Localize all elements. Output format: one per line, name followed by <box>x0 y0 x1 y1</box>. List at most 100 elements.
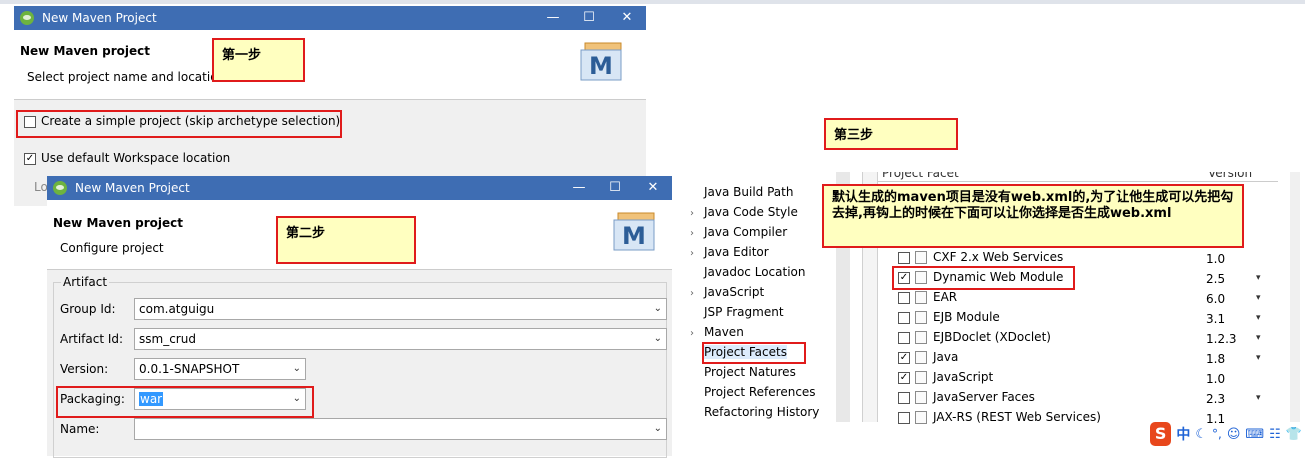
tree-item[interactable]: › Java Compiler <box>690 222 840 242</box>
version-dropdown-icon[interactable]: ▾ <box>1256 273 1261 283</box>
tree-item[interactable]: › Maven <box>690 322 840 342</box>
tree-item[interactable]: › Java Code Style <box>690 202 840 222</box>
default-workspace-option[interactable]: ✓ Use default Workspace location <box>24 151 230 165</box>
name-input[interactable]: ⌄ <box>134 418 667 440</box>
facet-version[interactable]: 1.2.3 <box>1206 332 1237 346</box>
punctuation-icon[interactable]: °, <box>1212 427 1222 441</box>
facet-version[interactable]: 1.8 <box>1206 352 1225 366</box>
facet-row[interactable]: EJB Module <box>898 310 1000 330</box>
facet-version[interactable]: 1.0 <box>1206 252 1225 266</box>
name-label: Name: <box>60 422 100 436</box>
facet-icon <box>915 311 927 324</box>
facet-checkbox[interactable]: ✓ <box>898 371 910 384</box>
ime-toolbar[interactable]: S 中 ☾ °, ☺ ⌨ ☷ 👕 <box>1150 420 1302 448</box>
tree-item-label: JavaScript <box>704 285 765 299</box>
tree-item[interactable]: Project Natures <box>690 362 840 382</box>
version-label: Version: <box>60 362 109 376</box>
maximize-button[interactable]: ☐ <box>576 6 602 30</box>
tree-item[interactable]: › Java Editor <box>690 242 840 262</box>
note-step1: 第一步 <box>212 38 305 82</box>
default-workspace-checkbox[interactable]: ✓ <box>24 152 36 165</box>
dialog2-titlebar: New Maven Project — ☐ ✕ <box>47 176 672 200</box>
chevron-down-icon[interactable]: ⌄ <box>293 361 301 377</box>
facet-name: EJB Module <box>933 310 1000 324</box>
version-dropdown-icon[interactable]: ▾ <box>1256 353 1261 363</box>
version-select[interactable]: 0.0.1-SNAPSHOT ⌄ <box>134 358 306 380</box>
chevron-right-icon[interactable]: › <box>690 224 704 244</box>
facet-checkbox[interactable] <box>898 411 910 424</box>
close-button[interactable]: ✕ <box>640 176 666 200</box>
version-dropdown-icon[interactable]: ▾ <box>1256 333 1261 343</box>
facet-row[interactable]: ✓ Java <box>898 350 958 370</box>
tree-item-label: JSP Fragment <box>704 305 784 319</box>
facets-scrollbar[interactable] <box>1290 172 1300 422</box>
facet-version[interactable]: 3.1 <box>1206 312 1225 326</box>
page-title: New Maven project <box>20 44 151 58</box>
minimize-button[interactable]: — <box>566 176 592 200</box>
chevron-right-icon[interactable]: › <box>690 244 704 264</box>
facet-checkbox[interactable] <box>898 311 910 324</box>
facet-version[interactable]: 2.5 <box>1206 272 1225 286</box>
facet-row[interactable]: JavaServer Faces <box>898 390 1035 410</box>
facet-checkbox[interactable] <box>898 251 910 264</box>
chevron-down-icon[interactable]: ⌄ <box>654 331 662 347</box>
note-step2: 第二步 <box>276 216 416 264</box>
facet-name: JAX-RS (REST Web Services) <box>933 410 1101 424</box>
column-facet[interactable]: Project Facet <box>882 172 959 180</box>
minimize-button[interactable]: — <box>540 6 566 30</box>
highlight-simple-project <box>16 110 342 138</box>
maximize-button[interactable]: ☐ <box>602 176 628 200</box>
skin-icon[interactable]: 👕 <box>1286 427 1302 442</box>
tree-item[interactable]: Refactoring History <box>690 402 840 422</box>
dialog1-titlebar: New Maven Project — ☐ ✕ <box>14 6 646 30</box>
tree-item-label: Project References <box>704 385 816 399</box>
moon-icon[interactable]: ☾ <box>1195 427 1207 442</box>
page-title: New Maven project <box>53 216 184 230</box>
facet-name: Java <box>933 350 959 364</box>
highlight-dynamic-web-module <box>892 266 1075 290</box>
facet-name: JavaScript <box>933 370 994 384</box>
chevron-right-icon[interactable]: › <box>690 204 704 224</box>
default-workspace-label: Use default Workspace location <box>41 151 231 165</box>
facet-name: JavaServer Faces <box>933 390 1035 404</box>
facet-checkbox[interactable] <box>898 331 910 344</box>
artifact-id-input[interactable]: ssm_crud ⌄ <box>134 328 667 350</box>
lang-indicator[interactable]: 中 <box>1176 424 1190 444</box>
facet-version[interactable]: 2.3 <box>1206 392 1225 406</box>
tree-item[interactable]: Java Build Path <box>690 182 840 202</box>
tree-item[interactable]: Project References <box>690 382 840 402</box>
keyboard-icon[interactable]: ⌨ <box>1245 427 1264 442</box>
tree-item[interactable]: JSP Fragment <box>690 302 840 322</box>
page-subtitle: Select project name and location <box>27 70 226 84</box>
artifact-id-value: ssm_crud <box>139 332 196 346</box>
facet-row[interactable]: EAR <box>898 290 957 310</box>
facet-row[interactable]: EJBDoclet (XDoclet) <box>898 330 1051 350</box>
facet-row[interactable]: ✓ JavaScript <box>898 370 993 390</box>
version-dropdown-icon[interactable]: ▾ <box>1256 293 1261 303</box>
facet-row[interactable]: JAX-RS (REST Web Services) <box>898 410 1101 430</box>
facets-header: Project Facet Version <box>878 172 1278 182</box>
tree-item[interactable]: Javadoc Location <box>690 262 840 282</box>
version-dropdown-icon[interactable]: ▾ <box>1256 393 1261 403</box>
group-id-label: Group Id: <box>60 302 116 316</box>
chevron-down-icon[interactable]: ⌄ <box>654 421 662 437</box>
close-button[interactable]: ✕ <box>614 6 640 30</box>
chevron-right-icon[interactable]: › <box>690 324 704 344</box>
tree-item[interactable]: › JavaScript <box>690 282 840 302</box>
tools-icon[interactable]: ☷ <box>1269 427 1281 442</box>
version-dropdown-icon[interactable]: ▾ <box>1256 313 1261 323</box>
note-step3: 第三步 <box>824 118 958 150</box>
chevron-right-icon[interactable]: › <box>690 284 704 304</box>
chevron-down-icon[interactable]: ⌄ <box>654 301 662 317</box>
group-id-input[interactable]: com.atguigu ⌄ <box>134 298 667 320</box>
facet-checkbox[interactable]: ✓ <box>898 351 910 364</box>
facet-version[interactable]: 1.0 <box>1206 372 1225 386</box>
version-value: 0.0.1-SNAPSHOT <box>139 362 240 376</box>
emoji-icon[interactable]: ☺ <box>1227 427 1241 442</box>
column-version[interactable]: Version <box>1208 172 1252 180</box>
facet-checkbox[interactable] <box>898 291 910 304</box>
dialog2-body: Artifact Group Id: com.atguigu ⌄ Artifact… <box>47 270 672 458</box>
facet-version[interactable]: 6.0 <box>1206 292 1225 306</box>
facet-checkbox[interactable] <box>898 391 910 404</box>
sogou-logo-icon[interactable]: S <box>1150 422 1172 446</box>
